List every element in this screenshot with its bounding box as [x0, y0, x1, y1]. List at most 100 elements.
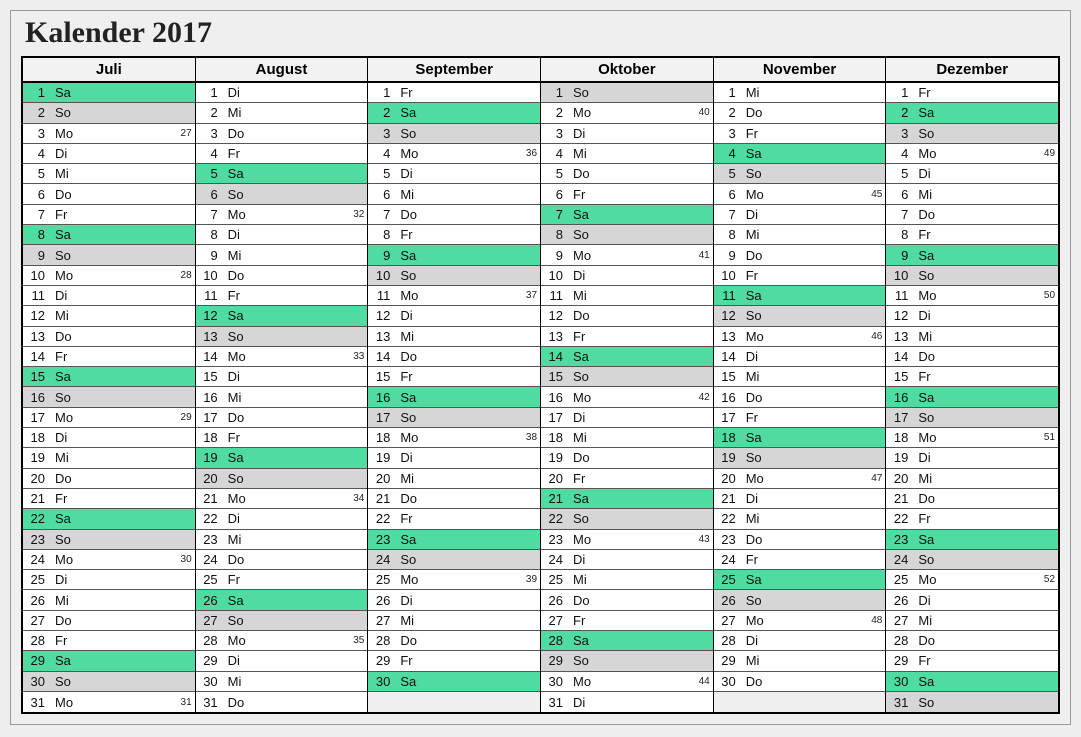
day-number: 6 — [368, 187, 394, 202]
day-number: 4 — [541, 146, 567, 161]
week-number: 37 — [526, 290, 540, 301]
week-number: 48 — [871, 615, 885, 626]
day-number: 19 — [368, 450, 394, 465]
day-number: 6 — [196, 187, 222, 202]
weekday-label: So — [394, 126, 426, 141]
day-number: 3 — [886, 126, 912, 141]
day-cell: 4Mo49 — [886, 144, 1058, 164]
month-header: Dezember — [886, 58, 1058, 83]
day-number: 15 — [541, 369, 567, 384]
day-number: 27 — [368, 613, 394, 628]
day-number: 29 — [196, 653, 222, 668]
day-cell: 6Fr — [541, 184, 713, 204]
day-cell-empty — [368, 692, 540, 712]
day-cell: 15Di — [196, 367, 368, 387]
weekday-label: So — [394, 410, 426, 425]
day-number: 24 — [714, 552, 740, 567]
weekday-label: Sa — [394, 248, 426, 263]
day-number: 1 — [714, 85, 740, 100]
day-number: 20 — [23, 471, 49, 486]
day-number: 24 — [368, 552, 394, 567]
weekday-label: Di — [740, 207, 772, 222]
day-number: 9 — [23, 248, 49, 263]
day-number: 18 — [196, 430, 222, 445]
day-cell: 1So — [541, 83, 713, 103]
weekday-label: Mo — [567, 105, 599, 120]
weekday-label: Fr — [567, 471, 599, 486]
day-cell: 21Mo34 — [196, 489, 368, 509]
day-cell: 15Mi — [714, 367, 886, 387]
weekday-label: So — [740, 308, 772, 323]
week-number: 35 — [353, 635, 367, 646]
weekday-label: Mo — [740, 329, 772, 344]
day-cell: 26Sa — [196, 590, 368, 610]
day-number: 18 — [23, 430, 49, 445]
weekday-label: Sa — [394, 532, 426, 547]
day-cell: 11Mi — [541, 286, 713, 306]
day-number: 25 — [541, 572, 567, 587]
weekday-label: Mo — [912, 288, 944, 303]
day-cell: 31Di — [541, 692, 713, 712]
weekday-label: Sa — [912, 532, 944, 547]
day-cell: 25Mo39 — [368, 570, 540, 590]
weekday-label: Mi — [394, 187, 426, 202]
week-number: 30 — [181, 554, 195, 565]
day-number: 9 — [368, 248, 394, 263]
weekday-label: Do — [567, 308, 599, 323]
weekday-label: Do — [740, 390, 772, 405]
weekday-label: Do — [740, 248, 772, 263]
week-number: 28 — [181, 270, 195, 281]
weekday-label: Di — [49, 430, 81, 445]
day-cell: 4Mi — [541, 144, 713, 164]
weekday-label: Fr — [49, 633, 81, 648]
day-cell: 24So — [368, 550, 540, 570]
day-cell: 16So — [23, 387, 195, 407]
day-cell: 30Do — [714, 672, 886, 692]
weekday-label: Mi — [567, 288, 599, 303]
week-number: 44 — [699, 676, 713, 687]
day-cell: 20Mo47 — [714, 469, 886, 489]
day-number: 7 — [23, 207, 49, 222]
weekday-label: Mo — [394, 288, 426, 303]
weekday-label: Mo — [49, 410, 81, 425]
day-number: 23 — [368, 532, 394, 547]
day-number: 2 — [714, 105, 740, 120]
day-number: 13 — [196, 329, 222, 344]
day-cell: 6So — [196, 184, 368, 204]
weekday-label: Di — [567, 695, 599, 710]
day-cell: 4Mo36 — [368, 144, 540, 164]
weekday-label: So — [222, 613, 254, 628]
day-number: 5 — [886, 166, 912, 181]
weekday-label: Mo — [912, 430, 944, 445]
day-cell: 7Do — [368, 205, 540, 225]
day-cell: 30Mo44 — [541, 672, 713, 692]
weekday-label: Mo — [740, 613, 772, 628]
weekday-label: Mi — [912, 187, 944, 202]
day-cell: 4Fr — [196, 144, 368, 164]
day-number: 2 — [886, 105, 912, 120]
weekday-label: So — [394, 552, 426, 567]
weekday-label: Mi — [49, 166, 81, 181]
week-number: 31 — [181, 697, 195, 708]
weekday-label: Di — [740, 491, 772, 506]
day-cell: 7Di — [714, 205, 886, 225]
day-number: 18 — [368, 430, 394, 445]
weekday-label: Mi — [567, 146, 599, 161]
day-number: 12 — [714, 308, 740, 323]
weekday-label: Mi — [912, 329, 944, 344]
weekday-label: Do — [394, 207, 426, 222]
weekday-label: Do — [567, 166, 599, 181]
weekday-label: Di — [49, 572, 81, 587]
day-number: 26 — [196, 593, 222, 608]
week-number: 47 — [871, 473, 885, 484]
weekday-label: Mi — [740, 227, 772, 242]
weekday-label: Fr — [49, 349, 81, 364]
day-cell: 17So — [886, 408, 1058, 428]
weekday-label: Sa — [222, 308, 254, 323]
weekday-label: Mo — [49, 126, 81, 141]
day-cell: 6Mi — [886, 184, 1058, 204]
weekday-label: Do — [740, 105, 772, 120]
weekday-label: Mo — [740, 471, 772, 486]
weekday-label: Fr — [740, 268, 772, 283]
day-cell: 28Mo35 — [196, 631, 368, 651]
